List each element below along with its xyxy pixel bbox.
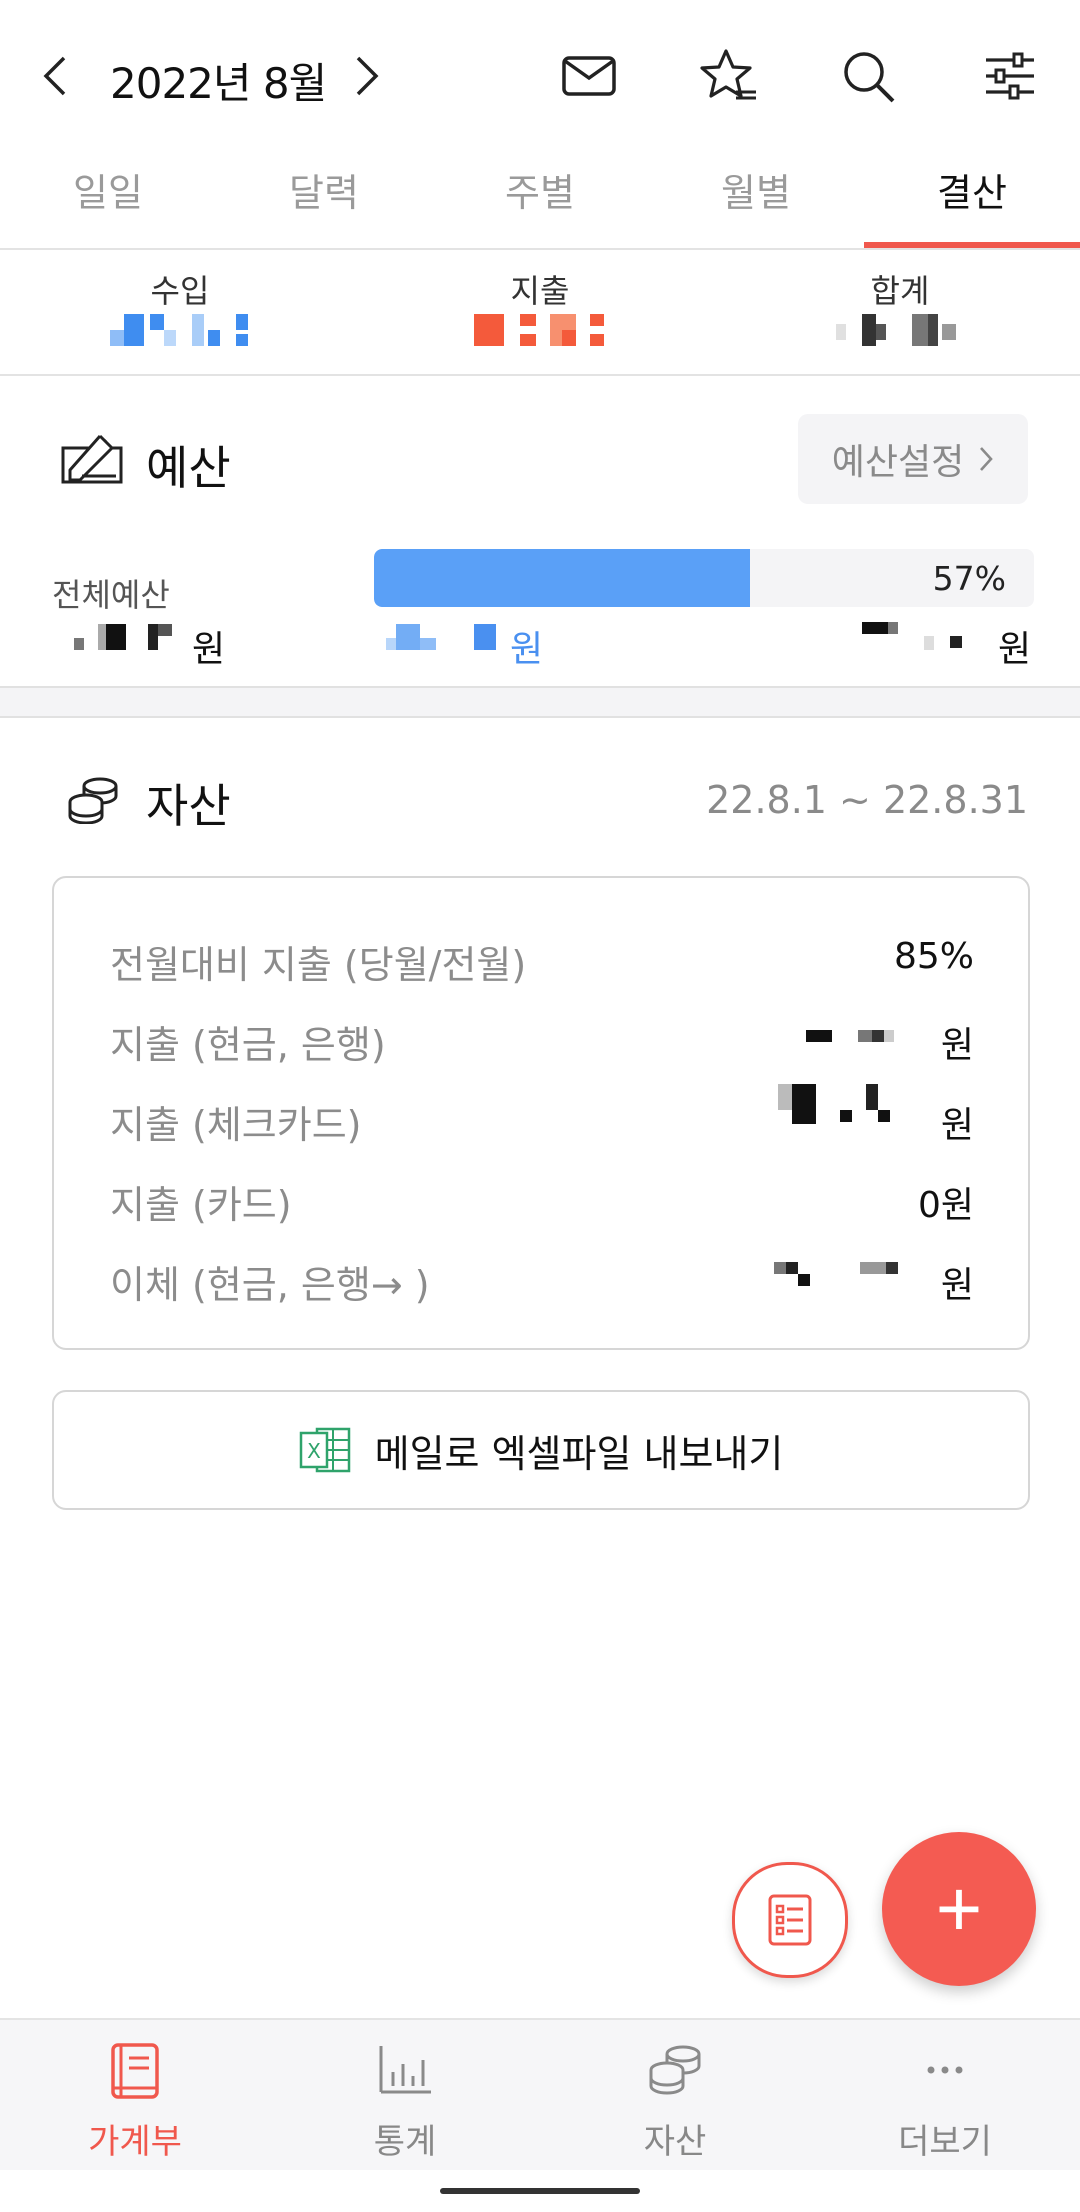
- section-separator: [0, 686, 1080, 718]
- nav-label-stats: 통계: [373, 2122, 437, 2162]
- budget-progress-fill: [374, 549, 751, 607]
- add-transaction-button[interactable]: +: [882, 1832, 1036, 1986]
- total-label: 합계: [870, 272, 930, 310]
- tab-monthly[interactable]: 월별: [696, 162, 816, 217]
- list-icon: [768, 1894, 812, 1946]
- export-button-label: 메일로 엑셀파일 내보내기: [374, 1431, 784, 1476]
- list-fab-button[interactable]: [732, 1862, 848, 1978]
- budget-progress-bar: 57%: [374, 549, 1034, 607]
- nav-item-ledger[interactable]: 가계부: [0, 2020, 270, 2170]
- row-label-card: 지출 (카드): [110, 1183, 292, 1227]
- nav-item-assets[interactable]: 자산: [540, 2020, 810, 2170]
- export-excel-email-button[interactable]: X 메일로 엑셀파일 내보내기: [52, 1390, 1030, 1510]
- spent-unit: 원: [510, 629, 544, 670]
- budget-title: 예산: [146, 441, 231, 495]
- bar-stats-icon: [379, 2046, 431, 2094]
- income-label: 수입: [150, 272, 210, 310]
- home-indicator: [440, 2188, 640, 2194]
- remaining-amount-redacted: [862, 622, 972, 662]
- top-header: 2022년 8월: [0, 0, 1080, 150]
- coins-icon: [68, 777, 118, 824]
- nav-label-ledger: 가계부: [88, 2122, 182, 2162]
- plus-icon: +: [935, 1864, 983, 1953]
- ledger-book-icon: [111, 2043, 159, 2099]
- tab-weekly[interactable]: 주별: [480, 162, 600, 217]
- more-dots-icon: [927, 2066, 963, 2074]
- divider: [0, 374, 1080, 376]
- tab-summary[interactable]: 결산: [912, 162, 1032, 217]
- tab-daily[interactable]: 일일: [48, 162, 168, 217]
- chevron-left-icon[interactable]: [40, 54, 70, 98]
- svg-text:X: X: [307, 1439, 321, 1463]
- total-budget-unit: 원: [192, 629, 226, 670]
- budget-settings-button[interactable]: 예산설정: [798, 414, 1028, 504]
- expense-label: 지출: [510, 272, 570, 310]
- chevron-right-icon[interactable]: [352, 54, 382, 98]
- search-icon[interactable]: [842, 50, 896, 104]
- star-list-icon[interactable]: [700, 48, 758, 104]
- budget-settings-label: 예산설정: [831, 442, 965, 483]
- nav-label-assets: 자산: [643, 2122, 707, 2162]
- nav-label-more: 더보기: [898, 2122, 992, 2162]
- row-value-expense-ratio: 85%: [893, 936, 974, 977]
- row-label-expense-ratio: 전월대비 지출 (당월/전월): [110, 943, 527, 987]
- remaining-unit: 원: [998, 629, 1032, 670]
- total-budget-label: 전체예산: [52, 576, 170, 614]
- month-title[interactable]: 2022년 8월: [110, 50, 327, 111]
- row-label-transfer: 이체 (현금, 은행→ ): [110, 1263, 430, 1307]
- coins-icon: [649, 2045, 701, 2095]
- mail-icon[interactable]: [562, 56, 616, 96]
- nav-item-stats[interactable]: 통계: [270, 2020, 540, 2170]
- total-amount-redacted: [836, 310, 966, 350]
- chevron-right-icon: [980, 447, 993, 471]
- filter-sliders-icon[interactable]: [984, 52, 1036, 100]
- excel-icon: X: [299, 1427, 350, 1473]
- budget-percent: 57%: [932, 559, 1006, 598]
- row-value-cash-bank: 원: [940, 1025, 974, 1066]
- budget-pencil-icon: [61, 434, 123, 484]
- tab-calendar[interactable]: 달력: [264, 162, 384, 217]
- row-value-card: 0원: [917, 1185, 974, 1226]
- row-label-cash-bank: 지출 (현금, 은행): [110, 1023, 386, 1067]
- transfer-amount-redacted: [774, 1262, 904, 1292]
- row-value-check-card: 원: [940, 1105, 974, 1146]
- expense-amount-redacted: [474, 310, 614, 350]
- cash-bank-amount-redacted: [806, 1026, 906, 1052]
- row-label-check-card: 지출 (체크카드): [110, 1103, 362, 1147]
- income-amount-redacted: [110, 310, 250, 350]
- divider: [0, 248, 1080, 250]
- assets-summary-card: 전월대비 지출 (당월/전월) 85% 지출 (현금, 은행) 원 지출 (체크…: [52, 876, 1030, 1350]
- assets-period: 22.8.1 ~ 22.8.31: [706, 778, 1028, 822]
- check-card-amount-redacted: [778, 1084, 908, 1128]
- nav-item-more[interactable]: 더보기: [810, 2020, 1080, 2170]
- total-budget-amount-redacted: [74, 624, 194, 664]
- assets-title: 자산: [146, 779, 231, 833]
- row-value-transfer: 원: [940, 1265, 974, 1306]
- bottom-navigation: 가계부 통계 자산 더보기: [0, 2018, 1080, 2170]
- spent-amount-redacted: [386, 624, 506, 664]
